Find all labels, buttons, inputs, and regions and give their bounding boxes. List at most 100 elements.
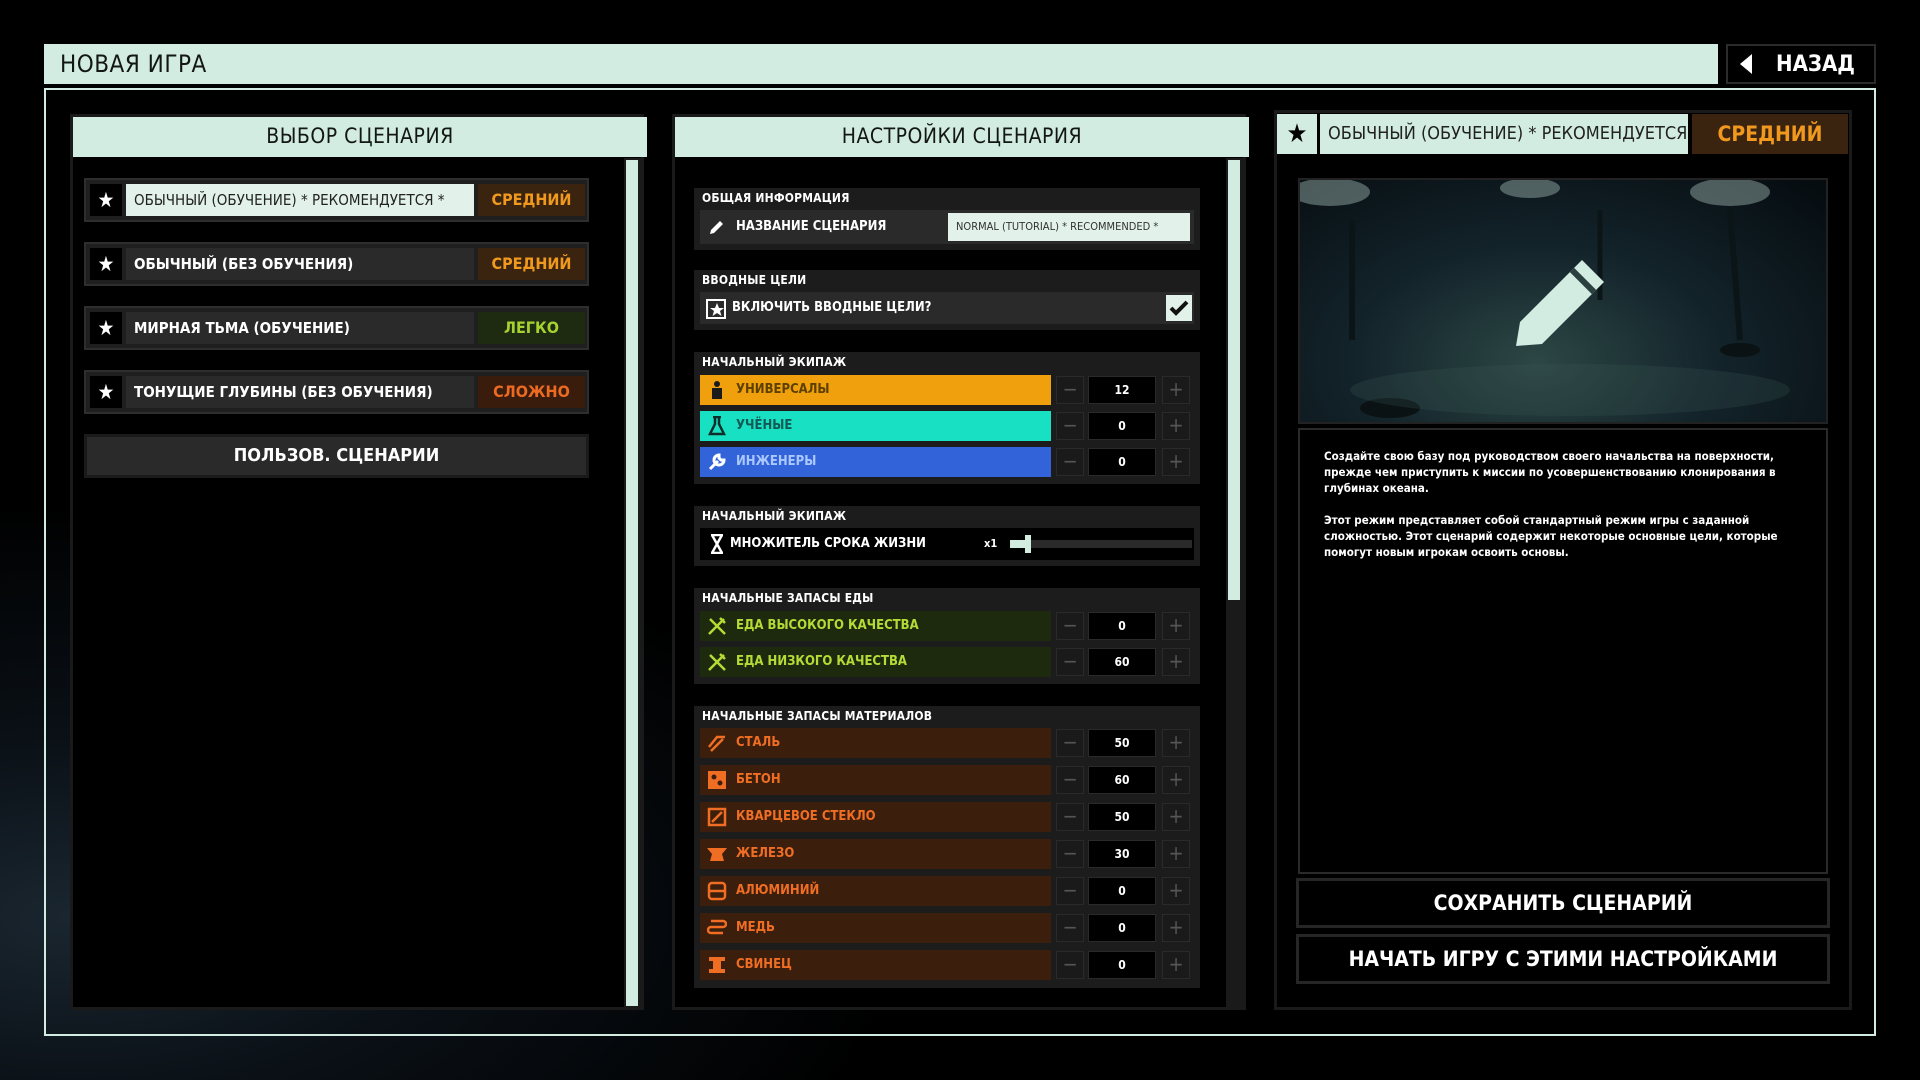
pencil-icon [706, 216, 728, 238]
crew-row-scientists: УЧЁНЫЕ [700, 411, 1051, 441]
stepper-value[interactable]: 0 [1088, 412, 1156, 440]
scenario-list-scrollbar[interactable] [624, 158, 644, 1010]
minus-button[interactable]: − [1056, 729, 1084, 757]
material-label: СВИНЕЦ [736, 957, 792, 972]
stepper-value[interactable]: 0 [1088, 877, 1156, 905]
scenario-name-input[interactable]: NORMAL (TUTORIAL) * RECOMMENDED * [948, 213, 1190, 241]
material-stepper-iron: −30 + [1056, 839, 1194, 869]
minus-button[interactable]: − [1056, 376, 1084, 404]
description-paragraph: Создайте свою базу под руководством свое… [1324, 449, 1776, 495]
stepper-value[interactable]: 60 [1088, 766, 1156, 794]
scenario-settings-title: НАСТРОЙКИ СЦЕНАРИЯ [675, 117, 1249, 157]
minus-button[interactable]: − [1056, 877, 1084, 905]
crew-row-generalists: УНИВЕРСАЛЫ [700, 375, 1051, 405]
minus-button[interactable]: − [1056, 766, 1084, 794]
plus-button[interactable]: + [1162, 648, 1190, 676]
plus-button[interactable]: + [1162, 840, 1190, 868]
back-arrow-icon [1740, 54, 1752, 74]
aluminium-icon [706, 880, 728, 902]
plus-button[interactable]: + [1162, 766, 1190, 794]
plus-button[interactable]: + [1162, 612, 1190, 640]
minus-button[interactable]: − [1056, 803, 1084, 831]
stepper-value[interactable]: 50 [1088, 729, 1156, 757]
preview-scene [1300, 180, 1790, 418]
material-row-steel: СТАЛЬ [700, 728, 1051, 758]
plus-button[interactable]: + [1162, 803, 1190, 831]
scenario-list-scroll-thumb[interactable] [626, 160, 638, 1006]
difficulty-badge: СРЕДНИЙ [478, 184, 585, 216]
plus-button[interactable]: + [1162, 448, 1190, 476]
plus-button[interactable]: + [1162, 412, 1190, 440]
material-row-aluminium: АЛЮМИНИЙ [700, 876, 1051, 906]
scenario-item[interactable]: ★ ОБЫЧНЫЙ (ОБУЧЕНИЕ) * РЕКОМЕНДУЕТСЯ * С… [84, 178, 589, 222]
settings-scrollbar[interactable] [1226, 158, 1246, 1010]
start-game-button[interactable]: НАЧАТЬ ИГРУ С ЭТИМИ НАСТРОЙКАМИ [1296, 934, 1830, 984]
material-stepper-concrete: −60 + [1056, 765, 1194, 795]
difficulty-badge: СРЕДНИЙ [478, 248, 585, 280]
section-title: НАЧАЛЬНЫЕ ЗАПАСЫ МАТЕРИАЛОВ [702, 709, 933, 723]
stepper-value[interactable]: 0 [1088, 951, 1156, 979]
flask-icon [706, 415, 728, 437]
scenario-name-row: НАЗВАНИЕ СЦЕНАРИЯ NORMAL (TUTORIAL) * RE… [700, 210, 1194, 244]
star-icon: ★ [90, 184, 122, 216]
food-stepper-low-quality: −60 + [1056, 647, 1194, 677]
food-label: ЕДА ВЫСОКОГО КАЧЕСТВА [736, 618, 919, 633]
stepper-value[interactable]: 60 [1088, 648, 1156, 676]
material-row-iron: ЖЕЛЕЗО [700, 839, 1051, 869]
intro-goals-row: ВКЛЮЧИТЬ ВВОДНЫЕ ЦЕЛИ? [700, 292, 1194, 324]
section-intro-goals: ВВОДНЫЕ ЦЕЛИ ВКЛЮЧИТЬ ВВОДНЫЕ ЦЕЛИ? [694, 270, 1200, 330]
cutlery-icon [706, 615, 728, 637]
wrench-icon [706, 451, 728, 473]
minus-button[interactable]: − [1056, 648, 1084, 676]
scenario-item[interactable]: ★ ТОНУЩИЕ ГЛУБИНЫ (БЕЗ ОБУЧЕНИЯ) СЛОЖНО [84, 370, 589, 414]
material-stepper-lead: −0 + [1056, 950, 1194, 980]
plus-button[interactable]: + [1162, 914, 1190, 942]
scenario-item[interactable]: ★ МИРНАЯ ТЬМА (ОБУЧЕНИЕ) ЛЕГКО [84, 306, 589, 350]
slider-handle[interactable] [1025, 535, 1032, 553]
scenario-item[interactable]: ★ ОБЫЧНЫЙ (БЕЗ ОБУЧЕНИЯ) СРЕДНИЙ [84, 242, 589, 286]
life-multiplier-slider[interactable] [1010, 535, 1192, 553]
minus-button[interactable]: − [1056, 612, 1084, 640]
stepper-value[interactable]: 50 [1088, 803, 1156, 831]
stepper-value[interactable]: 30 [1088, 840, 1156, 868]
plus-button[interactable]: + [1162, 877, 1190, 905]
section-title: ОБЩАЯ ИНФОРМАЦИЯ [702, 191, 850, 205]
material-row-copper: МЕДЬ [700, 913, 1051, 943]
plus-button[interactable]: + [1162, 729, 1190, 757]
scenario-name: ОБЫЧНЫЙ (ОБУЧЕНИЕ) * РЕКОМЕНДУЕТСЯ * [126, 184, 474, 216]
section-general-info: ОБЩАЯ ИНФОРМАЦИЯ НАЗВАНИЕ СЦЕНАРИЯ NORMA… [694, 188, 1200, 250]
star-icon: ★ [90, 312, 122, 344]
custom-scenarios-button[interactable]: ПОЛЬЗОВ. СЦЕНАРИИ [84, 434, 589, 478]
crew-stepper-engineers: −0 + [1056, 447, 1194, 477]
stepper-value[interactable]: 0 [1088, 914, 1156, 942]
stepper-value[interactable]: 12 [1088, 376, 1156, 404]
copper-coil-icon [706, 917, 728, 939]
minus-button[interactable]: − [1056, 448, 1084, 476]
stepper-value[interactable]: 0 [1088, 448, 1156, 476]
settings-scroll-thumb[interactable] [1228, 160, 1240, 600]
material-label: МЕДЬ [736, 920, 775, 935]
plus-button[interactable]: + [1162, 376, 1190, 404]
difficulty-badge: СЛОЖНО [478, 376, 585, 408]
crew-label: ИНЖЕНЕРЫ [736, 454, 817, 469]
edit-pencil-icon [1516, 260, 1604, 346]
anvil-icon [706, 843, 728, 865]
food-row-low-quality: ЕДА НИЗКОГО КАЧЕСТВА [700, 647, 1051, 677]
section-title: НАЧАЛЬНЫЕ ЗАПАСЫ ЕДЫ [702, 591, 874, 605]
minus-button[interactable]: − [1056, 840, 1084, 868]
scenario-name-label: НАЗВАНИЕ СЦЕНАРИЯ [736, 219, 887, 234]
person-icon [706, 379, 728, 401]
minus-button[interactable]: − [1056, 412, 1084, 440]
lead-icon [706, 954, 728, 976]
stepper-value[interactable]: 0 [1088, 612, 1156, 640]
material-stepper-copper: −0 + [1056, 913, 1194, 943]
back-button[interactable]: НАЗАД [1726, 44, 1876, 84]
intro-goals-checkbox[interactable] [1166, 295, 1192, 321]
crew-label: УНИВЕРСАЛЫ [736, 382, 830, 397]
plus-button[interactable]: + [1162, 951, 1190, 979]
material-row-concrete: БЕТОН [700, 765, 1051, 795]
cutlery-icon [706, 651, 728, 673]
save-scenario-button[interactable]: СОХРАНИТЬ СЦЕНАРИЙ [1296, 878, 1830, 928]
minus-button[interactable]: − [1056, 951, 1084, 979]
minus-button[interactable]: − [1056, 914, 1084, 942]
